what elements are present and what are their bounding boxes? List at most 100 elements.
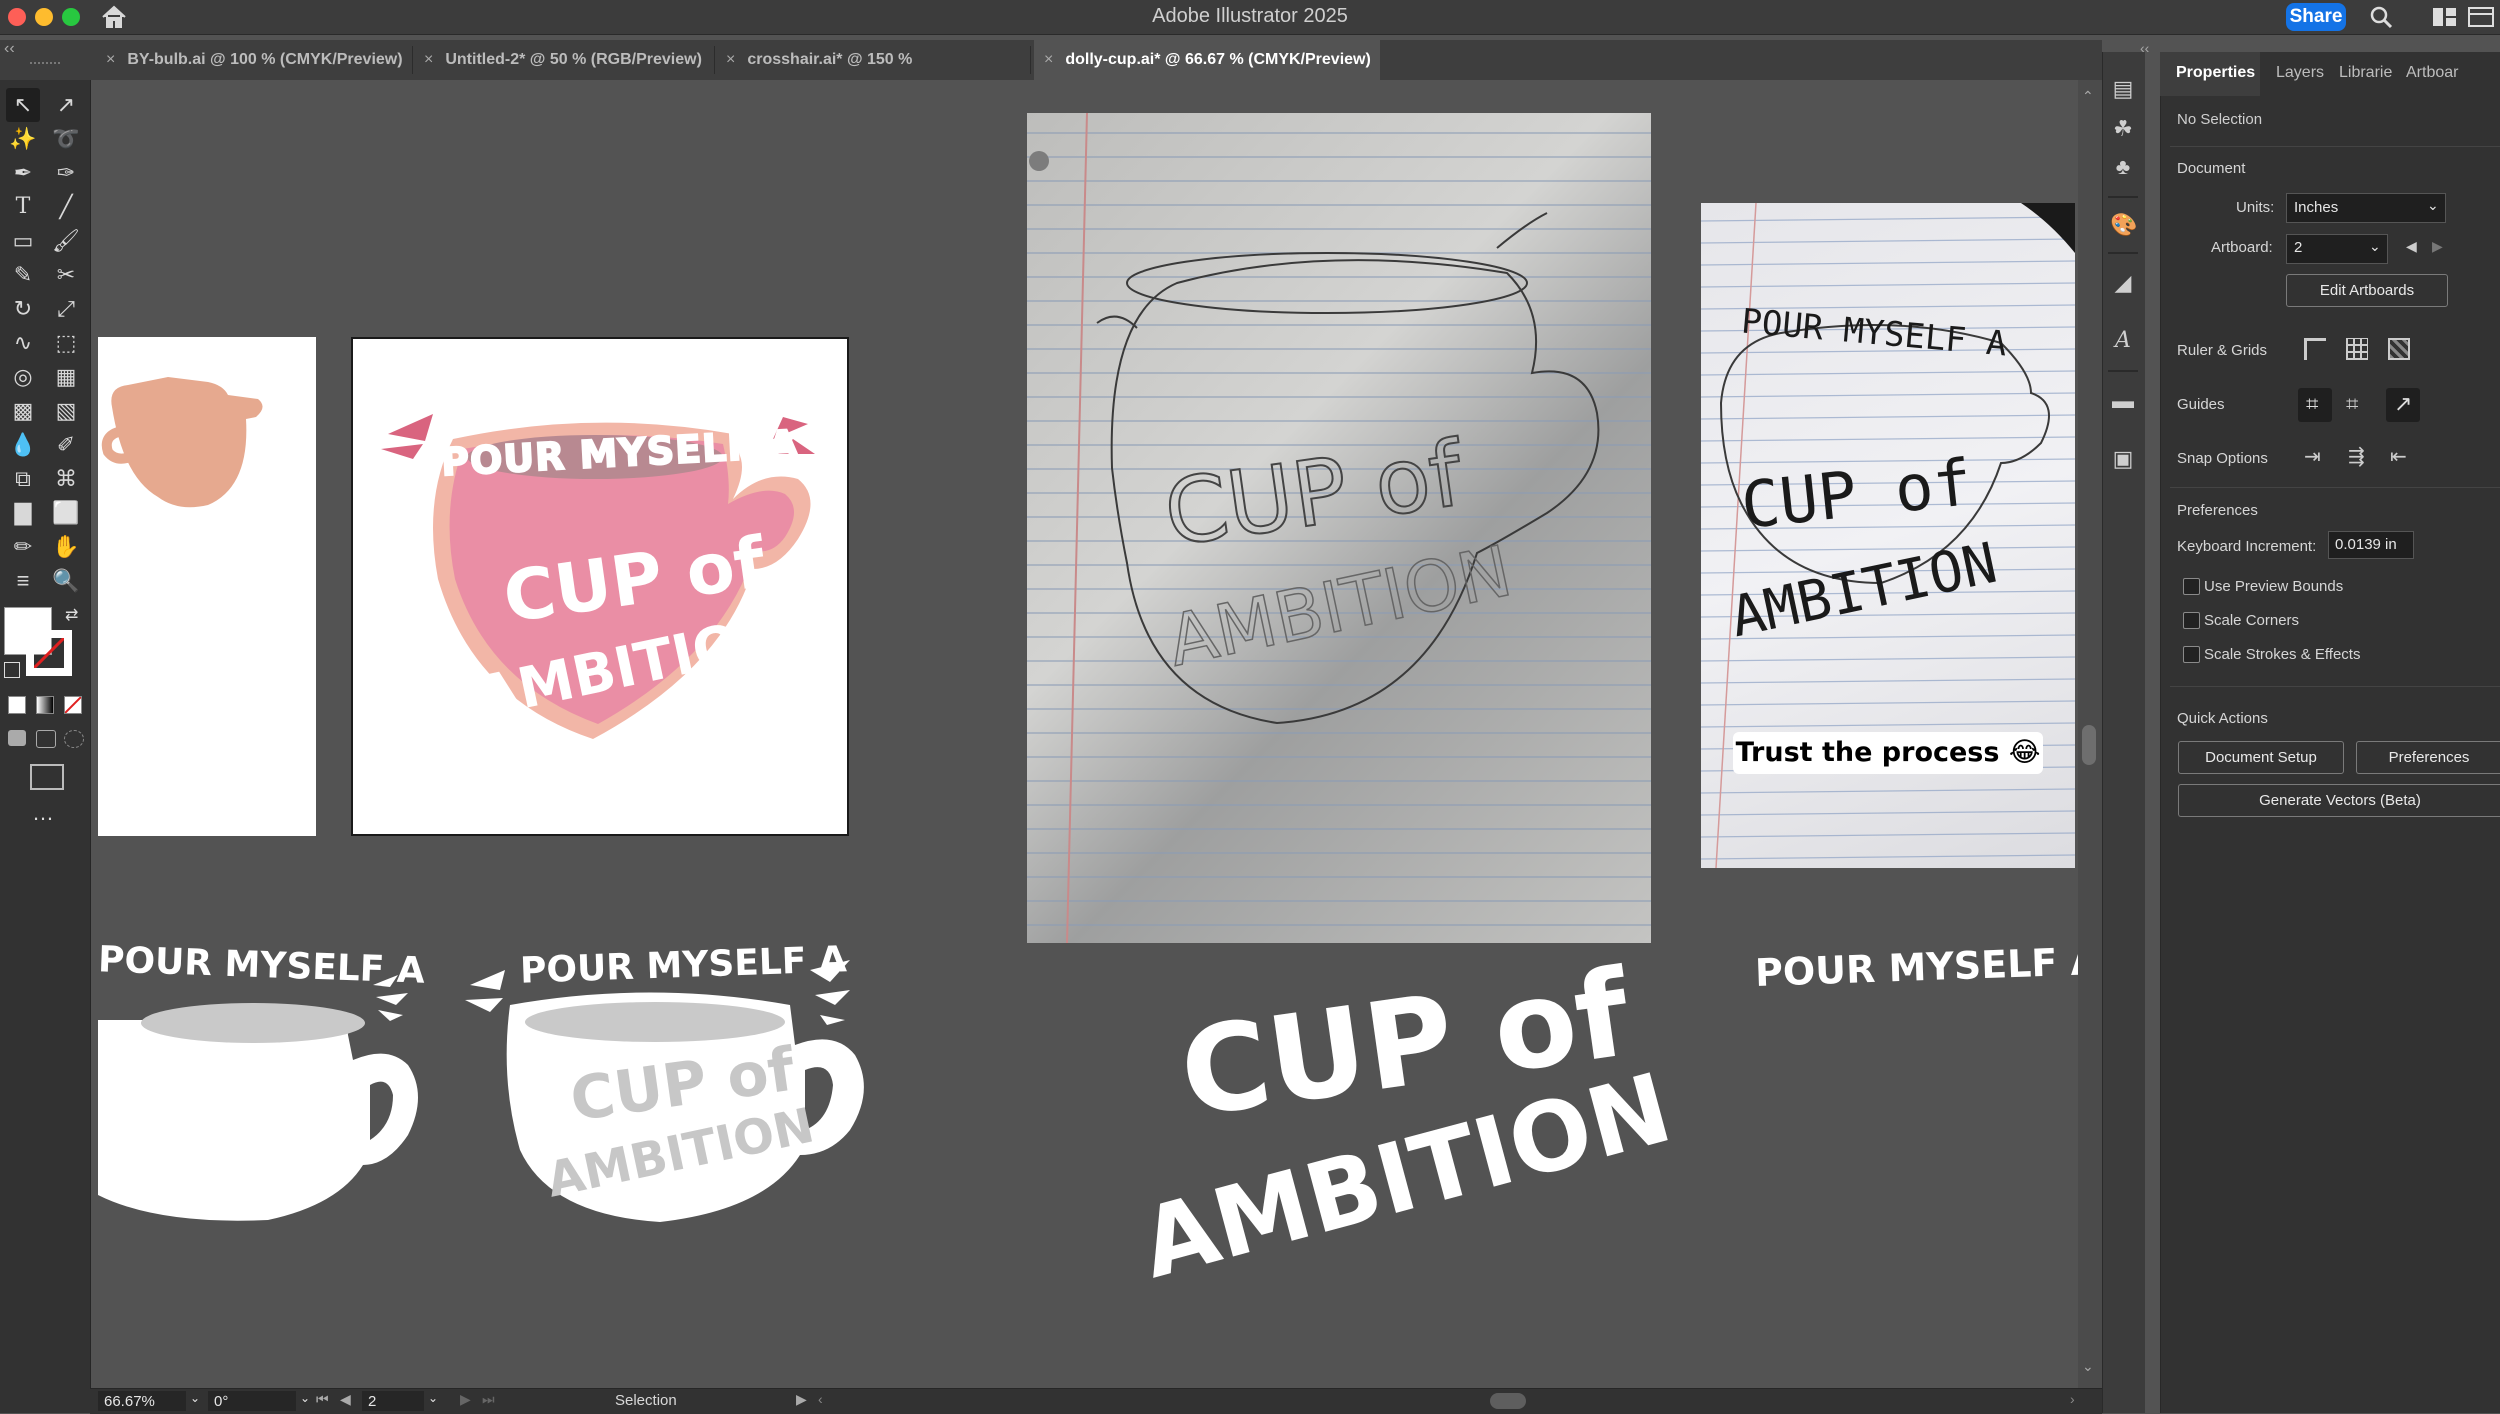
swap-fill-stroke-icon[interactable]: ⇄ bbox=[65, 605, 78, 625]
generate-vectors-button[interactable]: Generate Vectors (Beta) bbox=[2178, 784, 2500, 817]
tab-artboards[interactable]: Artboar bbox=[2406, 64, 2458, 82]
none-mode-icon[interactable] bbox=[64, 696, 82, 714]
appearance-panel-icon[interactable]: ◢ bbox=[2110, 270, 2136, 296]
preferences-button[interactable]: Preferences bbox=[2356, 741, 2500, 774]
artboard-partial-left[interactable] bbox=[98, 337, 316, 836]
character-panel-icon[interactable]: A bbox=[2110, 328, 2136, 354]
symbols-panel-icon[interactable]: ♣ bbox=[2110, 154, 2136, 180]
slice-tool-icon[interactable]: ✏ bbox=[9, 533, 37, 561]
color-guide-panel-icon[interactable]: 🎨 bbox=[2110, 212, 2137, 238]
blend-tool-icon[interactable]: ⧉ bbox=[9, 465, 37, 493]
symbol-sprayer-tool-icon[interactable]: ⌘ bbox=[52, 465, 80, 493]
zoom-level-field[interactable]: 66.67% ⌄ bbox=[98, 1391, 200, 1411]
status-menu-arrow-icon[interactable]: ▶ bbox=[796, 1391, 807, 1408]
share-button[interactable]: Share bbox=[2286, 3, 2346, 31]
first-artboard-icon[interactable]: ⏮ bbox=[316, 1391, 329, 1408]
gradient-mode-icon[interactable] bbox=[36, 696, 54, 714]
artboard-tool-icon[interactable]: ⬜ bbox=[52, 499, 80, 527]
workspace-switcher-icon[interactable] bbox=[2432, 6, 2458, 28]
width-tool-icon[interactable]: ∿ bbox=[9, 329, 37, 357]
selection-tool-icon[interactable]: ↖ bbox=[9, 91, 37, 119]
perspective-grid-tool-icon[interactable]: ▦ bbox=[52, 363, 80, 391]
search-icon[interactable] bbox=[2368, 4, 2394, 30]
scale-corners-checkbox[interactable] bbox=[2183, 612, 2200, 629]
arrange-documents-icon[interactable] bbox=[2468, 6, 2494, 28]
layers-strip-icon[interactable]: ▣ bbox=[2110, 446, 2136, 472]
artboard-2[interactable]: POUR MYSELF A CUP of AMBITION bbox=[351, 337, 849, 836]
magic-wand-tool-icon[interactable]: ✨ bbox=[9, 125, 37, 153]
horizontal-scroll-thumb[interactable] bbox=[1490, 1393, 1526, 1409]
ruler-icon[interactable] bbox=[2304, 338, 2326, 360]
smart-guides-icon[interactable]: ↗ bbox=[2386, 388, 2420, 422]
sketch-photo-1[interactable]: CUP of AMBITION bbox=[1027, 113, 1651, 943]
artboard-number-field[interactable]: 2 ⌄ bbox=[2286, 234, 2388, 264]
document-setup-button[interactable]: Document Setup bbox=[2178, 741, 2344, 774]
brushes-panel-icon[interactable]: ☘ bbox=[2110, 116, 2136, 142]
edit-artboards-button[interactable]: Edit Artboards bbox=[2286, 274, 2448, 307]
collapse-toolbar-icon[interactable]: ‹‹ bbox=[4, 40, 15, 58]
draw-behind-icon[interactable] bbox=[36, 730, 56, 748]
gradient-tool-icon[interactable]: ▧ bbox=[52, 397, 80, 425]
sketch-photo-2[interactable]: POUR MYSELF A CUP of AMBITION Trust the … bbox=[1701, 203, 2075, 868]
column-graph-tool-icon[interactable]: ▇ bbox=[9, 499, 37, 527]
eyedropper-tool-icon[interactable]: 💧 bbox=[9, 431, 37, 459]
lock-guides-icon[interactable]: ⌗ bbox=[2346, 391, 2358, 417]
units-dropdown[interactable]: Inches ⌄ bbox=[2286, 193, 2446, 223]
curvature-tool-icon[interactable]: ✑ bbox=[52, 159, 80, 187]
scale-tool-icon[interactable]: ⤢ bbox=[52, 295, 80, 323]
previous-artboard-icon[interactable]: ◀ bbox=[340, 1391, 351, 1408]
screen-mode-icon[interactable] bbox=[30, 764, 64, 790]
tab-properties[interactable]: Properties bbox=[2176, 64, 2255, 82]
tab-dolly-cup[interactable]: × dolly-cup.ai* @ 66.67 % (CMYK/Preview) bbox=[1034, 40, 1380, 80]
artboard-navigation-field[interactable]: 2 ⌄ bbox=[362, 1391, 438, 1411]
libraries-panel-icon[interactable]: ▤ bbox=[2110, 76, 2136, 102]
more-tools-icon[interactable]: … bbox=[32, 800, 55, 826]
next-artboard-status-icon[interactable]: ▶ bbox=[460, 1391, 471, 1408]
rotation-field[interactable]: 0° ⌄ bbox=[208, 1391, 310, 1411]
default-fill-stroke-icon[interactable] bbox=[4, 662, 20, 678]
keyboard-increment-field[interactable]: 0.0139 in bbox=[2328, 531, 2414, 559]
last-artboard-icon[interactable]: ⏭ bbox=[482, 1391, 495, 1408]
zoom-tool-icon[interactable]: 🔍 bbox=[52, 567, 80, 595]
prev-artboard-icon[interactable]: ◀ bbox=[2406, 238, 2417, 255]
collapse-panel-icon[interactable]: ‹‹ bbox=[2140, 40, 2149, 56]
transparency-grid-icon[interactable] bbox=[2388, 338, 2410, 360]
vertical-scrollbar[interactable]: ⌃ ⌄ bbox=[2078, 80, 2102, 1388]
scroll-right-icon[interactable]: › bbox=[2070, 1391, 2075, 1407]
mesh-tool-icon[interactable]: ▩ bbox=[9, 397, 37, 425]
tab-layers[interactable]: Layers bbox=[2276, 64, 2324, 82]
use-preview-bounds-checkbox[interactable] bbox=[2183, 578, 2200, 595]
show-guides-icon[interactable]: ⌗ bbox=[2298, 388, 2332, 422]
type-tool-icon[interactable]: T bbox=[9, 193, 37, 221]
rectangle-tool-icon[interactable]: ▭ bbox=[9, 227, 37, 255]
scissors-tool-icon[interactable]: ✂ bbox=[52, 261, 80, 289]
line-tool-icon[interactable]: ╱ bbox=[52, 193, 80, 221]
scale-strokes-checkbox[interactable] bbox=[2183, 646, 2200, 663]
gradient-panel-icon[interactable]: ▬ bbox=[2110, 388, 2136, 414]
tab-libraries[interactable]: Librarie bbox=[2339, 64, 2392, 82]
shaper-tool-icon[interactable]: ✎ bbox=[9, 261, 37, 289]
snap-to-pixel-icon[interactable]: ⇶ bbox=[2348, 444, 2365, 469]
tab-untitled-2[interactable]: × Untitled-2* @ 50 % (RGB/Preview) bbox=[424, 40, 714, 80]
tab-crosshair[interactable]: ×crosshair.ai* @ 150 % (RGB/Preview) bbox=[726, 40, 1026, 108]
grid-icon[interactable] bbox=[2346, 338, 2368, 360]
next-artboard-icon[interactable]: ▶ bbox=[2432, 238, 2443, 255]
print-tiling-tool-icon[interactable]: ≡ bbox=[9, 567, 37, 595]
hand-tool-icon[interactable]: ✋ bbox=[52, 533, 80, 561]
stroke-swatch[interactable] bbox=[26, 630, 72, 676]
pen-tool-icon[interactable]: ✒ bbox=[9, 159, 37, 187]
lasso-tool-icon[interactable]: ➰ bbox=[52, 125, 80, 153]
shape-builder-tool-icon[interactable]: ◎ bbox=[9, 363, 37, 391]
direct-selection-tool-icon[interactable]: ↗ bbox=[52, 91, 80, 119]
paintbrush-tool-icon[interactable]: 🖌 bbox=[52, 227, 80, 255]
color-mode-icon[interactable] bbox=[8, 696, 26, 714]
measure-tool-icon[interactable]: ✐ bbox=[52, 431, 80, 459]
rotate-tool-icon[interactable]: ↻ bbox=[9, 295, 37, 323]
tab-by-bulb[interactable]: × BY-bulb.ai @ 100 % (CMYK/Preview) bbox=[106, 40, 406, 80]
draw-inside-icon[interactable] bbox=[64, 730, 84, 748]
snap-to-point-icon[interactable]: ⇥ bbox=[2304, 444, 2321, 469]
snap-to-glyph-icon[interactable]: ⇤ bbox=[2390, 444, 2407, 469]
scroll-left-icon[interactable]: ‹ bbox=[818, 1391, 823, 1407]
free-transform-tool-icon[interactable]: ⬚ bbox=[52, 329, 80, 357]
draw-normal-icon[interactable] bbox=[8, 730, 26, 746]
